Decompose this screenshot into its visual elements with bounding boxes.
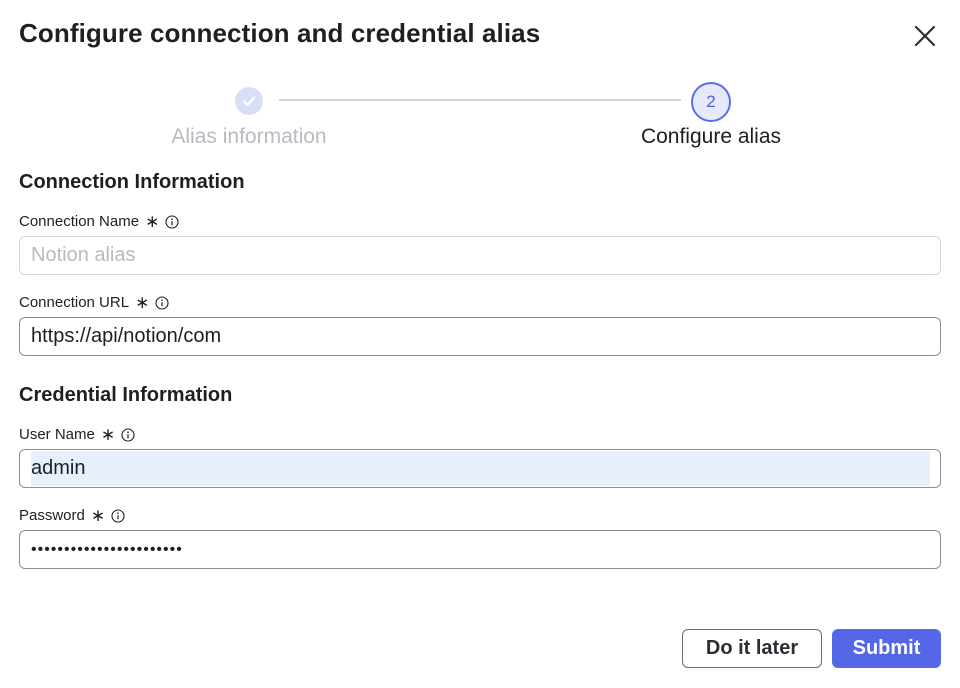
close-button[interactable]	[910, 21, 940, 51]
connection-name-input[interactable]: Notion alias	[19, 236, 941, 275]
username-input[interactable]: admin	[19, 449, 941, 488]
connection-url-value: https://api/notion/com	[31, 325, 222, 347]
required-marker: ∗	[135, 293, 150, 312]
info-icon[interactable]	[165, 214, 179, 229]
connection-url-input[interactable]: https://api/notion/com	[19, 317, 941, 356]
username-value: admin	[31, 457, 86, 479]
connection-section-title: Connection Information	[19, 171, 245, 193]
step-2-label: Configure alias	[640, 125, 782, 148]
dialog-title: Configure connection and credential alia…	[19, 18, 541, 48]
required-marker: ∗	[100, 425, 116, 444]
password-label-text: Password	[19, 507, 85, 524]
username-label-text: User Name	[19, 426, 95, 443]
password-value: •••••••••••••••••••••••	[31, 540, 183, 558]
connection-url-label: Connection URL ∗	[19, 294, 169, 311]
required-marker: ∗	[145, 212, 160, 231]
submit-button[interactable]: Submit	[832, 629, 941, 668]
stepper-connector	[279, 99, 681, 101]
connection-url-label-text: Connection URL	[19, 294, 130, 311]
required-marker: ∗	[90, 506, 106, 525]
info-icon[interactable]	[121, 427, 135, 442]
username-label: User Name ∗	[19, 426, 135, 443]
step-1-label: Alias information	[171, 125, 327, 148]
check-icon	[242, 96, 256, 107]
connection-name-placeholder: Notion alias	[31, 244, 136, 266]
connection-name-label: Connection Name ∗	[19, 213, 179, 230]
close-icon	[914, 25, 936, 47]
connection-name-label-text: Connection Name	[19, 213, 140, 230]
password-input[interactable]: •••••••••••••••••••••••	[19, 530, 941, 569]
step-1-indicator	[235, 87, 263, 115]
step-2-indicator: 2	[691, 82, 731, 122]
password-label: Password ∗	[19, 507, 125, 524]
info-icon[interactable]	[111, 508, 125, 523]
autofill-highlight	[31, 451, 930, 486]
do-it-later-button[interactable]: Do it later	[682, 629, 822, 668]
info-icon[interactable]	[155, 295, 169, 310]
configure-alias-dialog: Configure connection and credential alia…	[0, 0, 960, 688]
credential-section-title: Credential Information	[19, 384, 233, 406]
